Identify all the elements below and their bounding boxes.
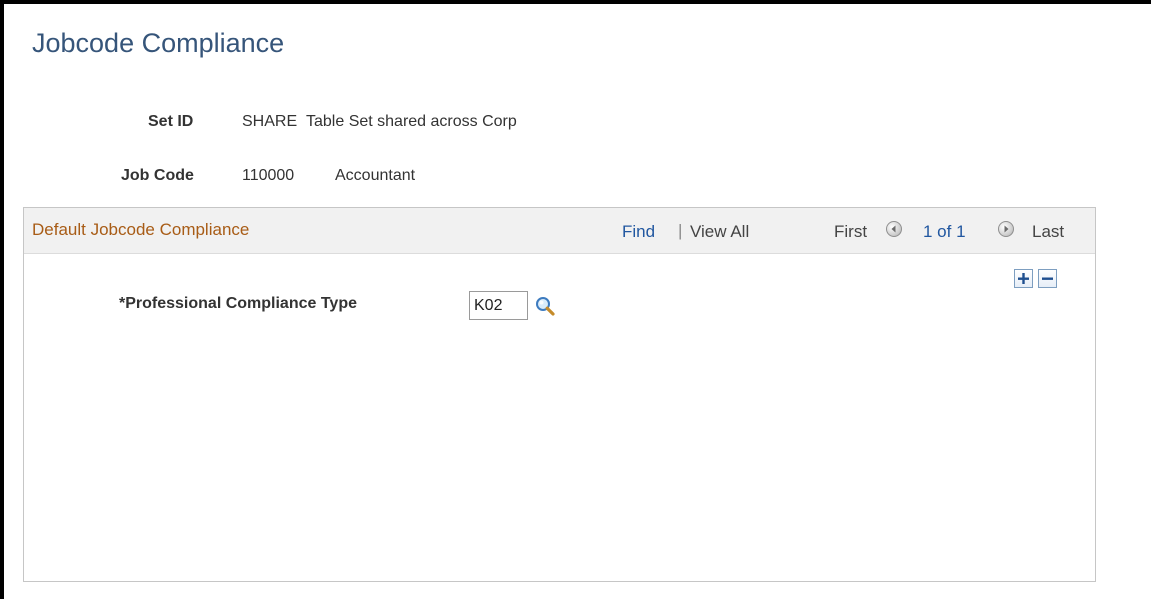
jobcode-value: 110000 <box>242 167 295 184</box>
jobcode-description: Accountant <box>335 167 416 184</box>
first-label: First <box>834 222 868 241</box>
window-frame-left <box>0 0 4 599</box>
group-title: Default Jobcode Compliance <box>32 220 250 239</box>
previous-row-icon[interactable] <box>886 221 902 237</box>
next-row-icon[interactable] <box>998 221 1014 237</box>
setid-description: Table Set shared across Corp <box>306 113 517 130</box>
minus-icon <box>1042 277 1053 280</box>
nav-separator: | <box>678 221 683 240</box>
magnifier-glyph <box>536 297 555 316</box>
search-icon[interactable] <box>534 295 556 317</box>
row-position: 1 of 1 <box>923 222 966 241</box>
last-label: Last <box>1032 222 1065 241</box>
default-jobcode-compliance-group: Default Jobcode Compliance Find | View A… <box>23 207 1096 582</box>
find-link[interactable]: Find <box>622 222 655 242</box>
group-header: Default Jobcode Compliance Find | View A… <box>24 208 1095 254</box>
screen: Jobcode Compliance Set ID SHARE Table Se… <box>0 0 1151 599</box>
window-frame-top <box>0 0 1151 4</box>
professional-compliance-type-input[interactable] <box>469 291 528 320</box>
jobcode-label: Job Code <box>121 167 194 184</box>
professional-compliance-type-label: *Professional Compliance Type <box>119 295 357 312</box>
plus-icon <box>1018 273 1029 284</box>
setid-label: Set ID <box>148 113 194 130</box>
view-all-link[interactable]: View All <box>690 222 749 242</box>
setid-value: SHARE <box>242 113 298 130</box>
right-arrow-glyph <box>1004 225 1009 233</box>
delete-row-button[interactable] <box>1038 269 1057 288</box>
left-arrow-glyph <box>891 225 896 233</box>
page-title: Jobcode Compliance <box>32 28 285 58</box>
add-row-button[interactable] <box>1014 269 1033 288</box>
